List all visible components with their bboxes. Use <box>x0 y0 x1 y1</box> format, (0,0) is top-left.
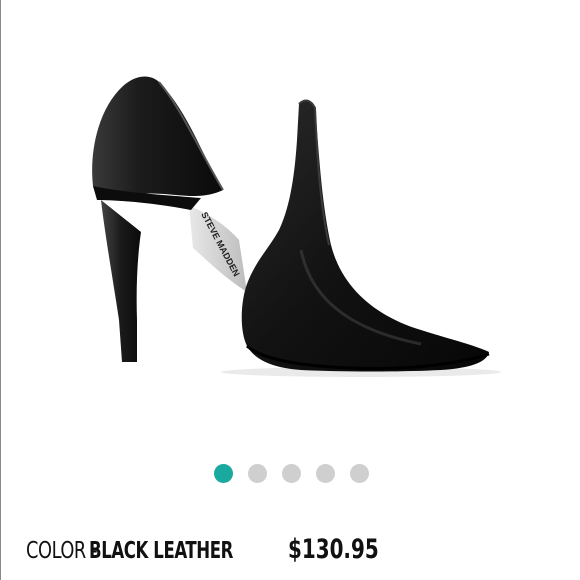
color-label: COLOR - <box>26 538 98 564</box>
color-value: BLACK LEATHER <box>88 538 233 564</box>
image-carousel-indicator <box>1 462 580 484</box>
heel-spike <box>101 200 141 362</box>
carousel-dot-4[interactable] <box>315 463 335 483</box>
carousel-dot-2[interactable] <box>247 463 267 483</box>
vamp-upper <box>241 100 489 372</box>
product-info-row: COLOR - BLACK LEATHER $130.95 <box>26 534 379 574</box>
carousel-dot-5[interactable] <box>349 463 369 483</box>
carousel-dot-1[interactable] <box>213 463 233 483</box>
heel-counter <box>92 76 224 198</box>
carousel-dot-3[interactable] <box>281 463 301 483</box>
shoe-product-image[interactable]: STEVE MADDEN <box>1 0 580 440</box>
price-label: $130.95 <box>288 534 379 565</box>
product-view: STEVE MADDEN COLOR - BLACK LEATHER $130.… <box>0 0 580 580</box>
